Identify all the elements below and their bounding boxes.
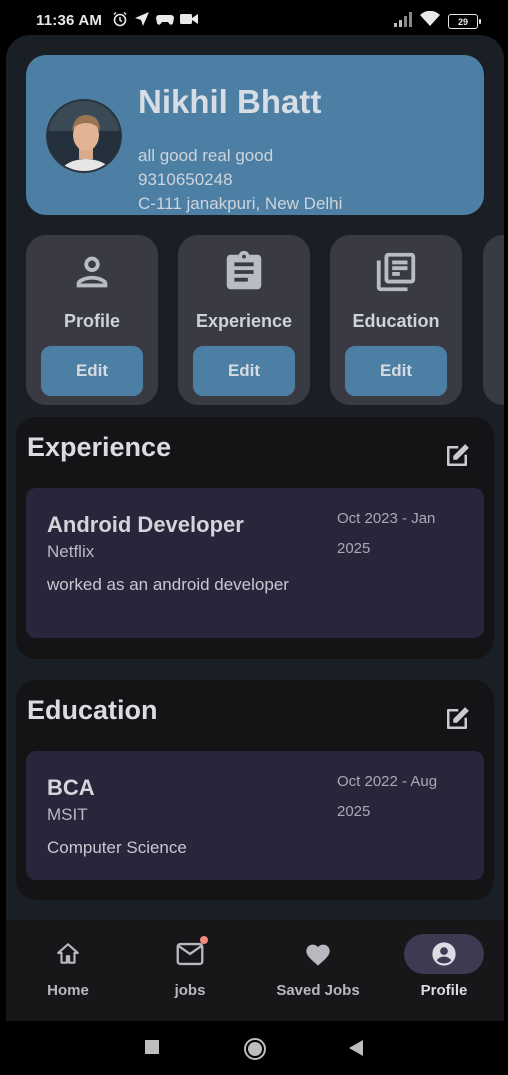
edit-profile-button[interactable]: Edit bbox=[41, 346, 143, 396]
tile-profile-title: Profile bbox=[63, 311, 120, 331]
status-notification-icons bbox=[112, 11, 198, 32]
nav-saved-jobs-label: Saved Jobs bbox=[276, 982, 360, 999]
experience-dates: Oct 2023 - Jan 2025 bbox=[337, 510, 436, 557]
experience-title: Android Developer bbox=[47, 512, 244, 537]
edit-experience-button[interactable]: Edit bbox=[193, 346, 295, 396]
system-navigation-bar bbox=[0, 1021, 508, 1075]
experience-heading: Experience bbox=[27, 432, 172, 462]
experience-item[interactable]: Android Developer Netflix worked as an a… bbox=[26, 488, 484, 638]
profile-header-card: Nikhil Bhatt all good real good 93106502… bbox=[26, 55, 484, 215]
person-icon bbox=[26, 249, 158, 295]
battery-icon: 29 bbox=[448, 14, 481, 29]
education-description: Computer Science bbox=[47, 838, 187, 857]
account-circle-icon bbox=[404, 934, 484, 974]
app-window: Nikhil Bhatt all good real good 93106502… bbox=[6, 35, 504, 1021]
edit-experience-icon[interactable] bbox=[442, 441, 472, 476]
video-camera-icon bbox=[180, 12, 198, 31]
edit-education-button[interactable]: Edit bbox=[345, 346, 447, 396]
library-books-icon bbox=[330, 249, 462, 295]
experience-company: Netflix bbox=[47, 542, 95, 561]
education-institute: MSIT bbox=[47, 805, 88, 824]
tile-next-peek[interactable] bbox=[483, 235, 504, 405]
edit-education-icon[interactable] bbox=[442, 704, 472, 739]
wifi-icon bbox=[420, 10, 440, 32]
education-title: BCA bbox=[47, 775, 95, 800]
recents-icon[interactable] bbox=[144, 1039, 160, 1060]
nav-profile[interactable]: Profile bbox=[382, 920, 504, 1021]
profile-tagline: all good real good bbox=[138, 146, 274, 165]
education-item[interactable]: BCA MSIT Computer Science Oct 2022 - Aug… bbox=[26, 751, 484, 880]
tile-profile: Profile Edit bbox=[26, 235, 158, 405]
tile-experience: Experience Edit bbox=[178, 235, 310, 405]
experience-section: Experience Android Developer Netflix wor… bbox=[16, 417, 494, 659]
education-section: Education BCA MSIT Computer Science Oct … bbox=[16, 680, 494, 900]
nav-profile-label: Profile bbox=[420, 982, 468, 999]
tile-education-title: Education bbox=[352, 311, 440, 331]
profile-phone: 9310650248 bbox=[138, 170, 233, 189]
profile-address: C-111 janakpuri, New Delhi bbox=[138, 194, 343, 213]
status-time: 11:36 AM bbox=[36, 12, 103, 29]
status-system-icons: 29 bbox=[394, 10, 481, 32]
nav-jobs[interactable]: jobs bbox=[128, 920, 252, 1021]
education-heading: Education bbox=[27, 695, 158, 725]
nav-saved-jobs[interactable]: Saved Jobs bbox=[256, 920, 380, 1021]
alarm-icon bbox=[112, 11, 128, 32]
tile-experience-title: Experience bbox=[195, 311, 293, 331]
bottom-navigation: Home jobs Saved Jobs Profile bbox=[6, 920, 504, 1021]
status-bar: 11:36 AM 29 bbox=[0, 0, 508, 40]
home-circle-icon[interactable] bbox=[243, 1037, 267, 1066]
heart-icon bbox=[278, 934, 358, 974]
jobs-notification-badge bbox=[200, 936, 208, 944]
avatar[interactable] bbox=[46, 99, 122, 173]
back-icon[interactable] bbox=[348, 1039, 364, 1062]
send-icon bbox=[134, 11, 150, 32]
game-controller-icon bbox=[156, 11, 174, 32]
signal-icon bbox=[394, 11, 412, 32]
nav-home[interactable]: Home bbox=[6, 920, 130, 1021]
experience-description: worked as an android developer bbox=[47, 575, 289, 594]
profile-name: Nikhil Bhatt bbox=[138, 83, 322, 120]
clipboard-icon bbox=[178, 249, 310, 295]
mail-icon bbox=[150, 934, 230, 974]
nav-jobs-label: jobs bbox=[174, 982, 206, 999]
home-icon bbox=[28, 934, 108, 974]
tile-education: Education Edit bbox=[330, 235, 462, 405]
education-dates: Oct 2022 - Aug 2025 bbox=[337, 773, 438, 820]
nav-home-label: Home bbox=[47, 982, 89, 999]
